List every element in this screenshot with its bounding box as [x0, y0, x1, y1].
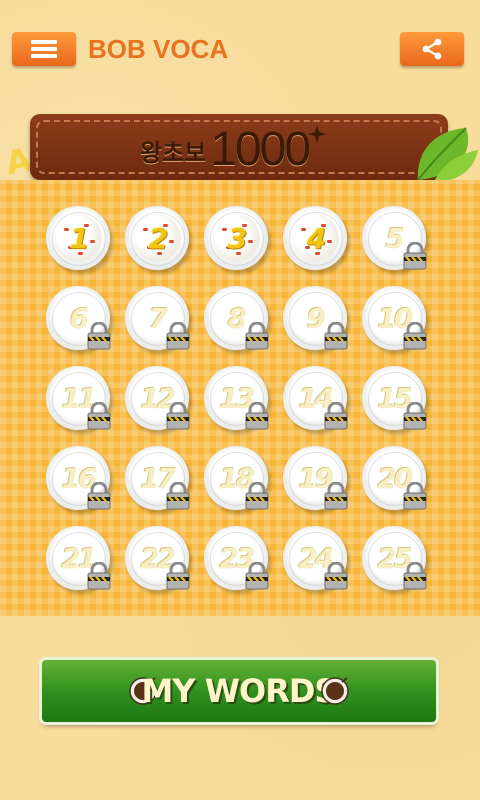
- lock-icon: [86, 321, 112, 350]
- lock-icon: [86, 561, 112, 590]
- level-plate-5[interactable]: 5: [362, 206, 428, 270]
- my-words-label: MY WORDS: [141, 672, 338, 710]
- level-plate-1[interactable]: 1: [46, 206, 110, 270]
- coffee-cup-icon: [321, 677, 349, 705]
- my-words-button[interactable]: MY WORDS: [42, 660, 436, 722]
- level-number: 3: [227, 221, 247, 255]
- level-board: 1 2 3 4 5 6 7 8 9 10 11 12 13 14 15 16 17 18 19 20 21 22 23 24 2…: [0, 180, 480, 616]
- lock-icon: [323, 321, 349, 350]
- level-plate-11[interactable]: 11: [46, 366, 112, 430]
- level-number: 1: [69, 221, 89, 255]
- lock-icon: [244, 321, 270, 350]
- level-plate-16[interactable]: 16: [46, 446, 112, 510]
- level-number: 2: [148, 221, 168, 255]
- sparkle-icon: [308, 125, 327, 143]
- banner-korean-text: 왕초보: [140, 139, 207, 167]
- menu-button[interactable]: [12, 32, 76, 66]
- level-plate-19[interactable]: 19: [283, 446, 349, 510]
- level-plate-25[interactable]: 25: [362, 526, 428, 590]
- level-plate-21[interactable]: 21: [46, 526, 112, 590]
- level-plate-17[interactable]: 17: [125, 446, 191, 510]
- leaf-decoration-icon: [417, 127, 478, 182]
- level-plate-12[interactable]: 12: [125, 366, 191, 430]
- level-number: 4: [306, 221, 326, 255]
- hamburger-menu-icon: [31, 40, 57, 58]
- lock-icon: [86, 401, 112, 430]
- level-plate-10[interactable]: 10: [362, 286, 428, 350]
- title-banner: 왕초보 1000: [30, 114, 448, 180]
- level-plate-9[interactable]: 9: [283, 286, 349, 350]
- level-plate-8[interactable]: 8: [204, 286, 270, 350]
- level-plate-23[interactable]: 23: [204, 526, 270, 590]
- level-plate-20[interactable]: 20: [362, 446, 428, 510]
- lock-icon: [323, 561, 349, 590]
- level-plate-15[interactable]: 15: [362, 366, 428, 430]
- lock-icon: [165, 481, 191, 510]
- lock-icon: [244, 401, 270, 430]
- level-plate-3[interactable]: 3: [204, 206, 268, 270]
- level-plate-18[interactable]: 18: [204, 446, 270, 510]
- lock-icon: [86, 481, 112, 510]
- lock-icon: [402, 481, 428, 510]
- level-plate-4[interactable]: 4: [283, 206, 347, 270]
- lock-icon: [165, 561, 191, 590]
- lock-icon: [165, 401, 191, 430]
- lock-icon: [323, 481, 349, 510]
- lock-icon: [244, 561, 270, 590]
- level-plate-6[interactable]: 6: [46, 286, 112, 350]
- app-title: BOB VOCA: [88, 34, 229, 64]
- share-icon: [422, 38, 442, 60]
- level-plate-24[interactable]: 24: [283, 526, 349, 590]
- level-plate-7[interactable]: 7: [125, 286, 191, 350]
- banner-number-text: 1000: [210, 123, 311, 176]
- lock-icon: [323, 401, 349, 430]
- level-plate-22[interactable]: 22: [125, 526, 191, 590]
- header: BOB VOCA: [0, 0, 480, 100]
- level-plate-14[interactable]: 14: [283, 366, 349, 430]
- lock-icon: [402, 561, 428, 590]
- lock-icon: [165, 321, 191, 350]
- level-plate-2[interactable]: 2: [125, 206, 189, 270]
- level-plate-13[interactable]: 13: [204, 366, 270, 430]
- lock-icon: [402, 401, 428, 430]
- share-button[interactable]: [400, 32, 464, 66]
- lock-icon: [402, 241, 428, 270]
- lock-icon: [402, 321, 428, 350]
- lock-icon: [244, 481, 270, 510]
